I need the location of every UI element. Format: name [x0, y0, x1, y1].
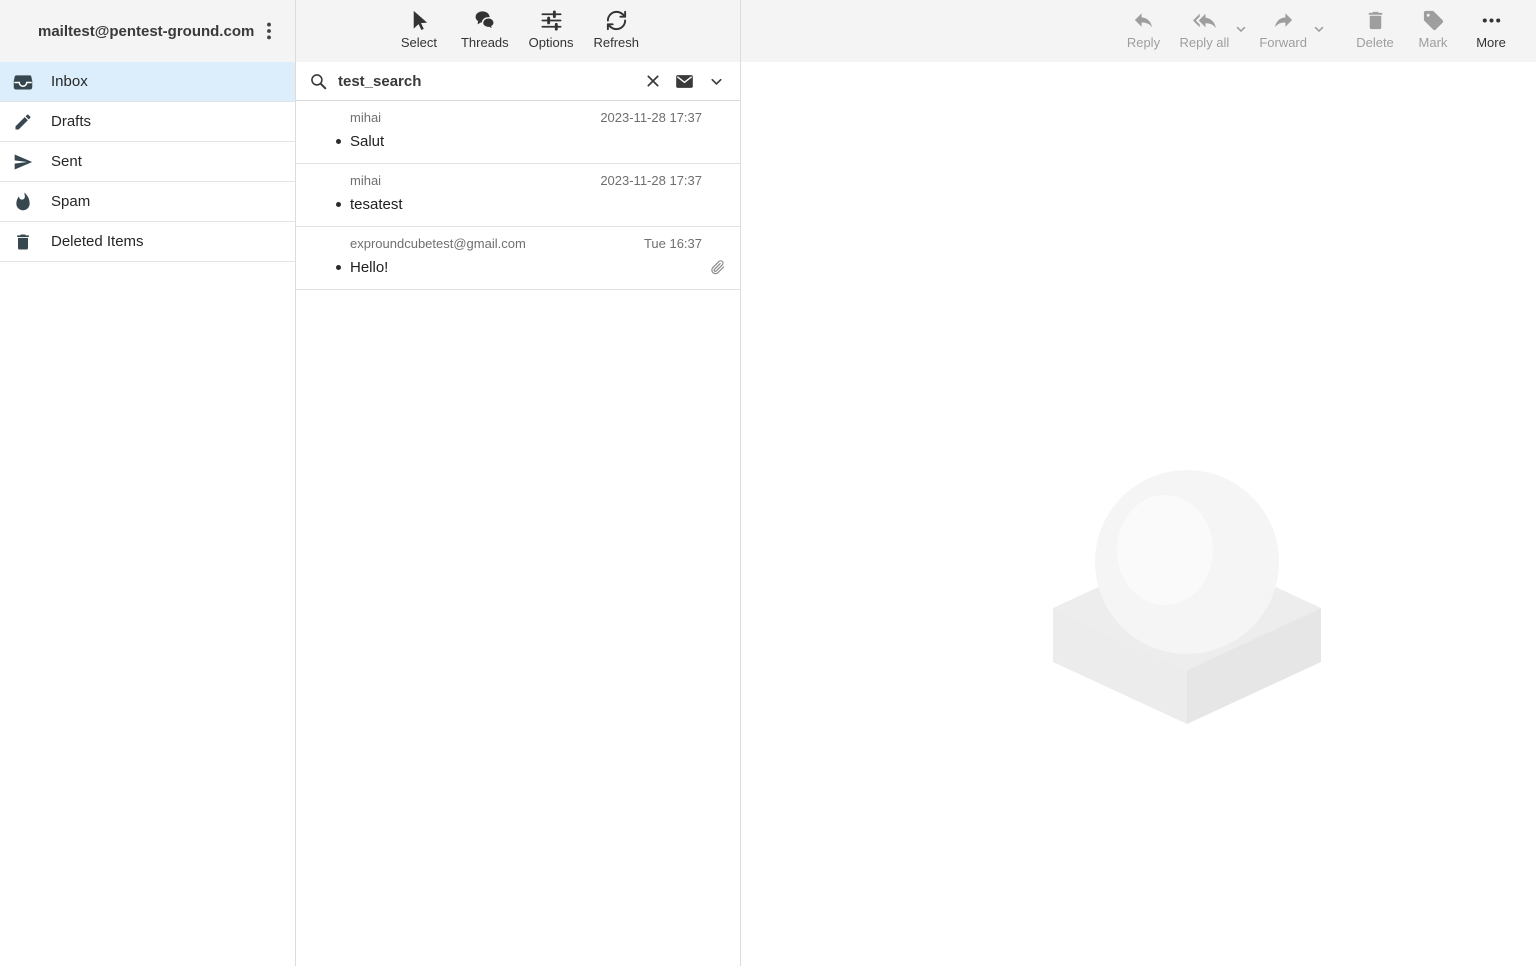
sidebar-item-spam[interactable]: Spam	[0, 182, 295, 222]
message-list: mihai 2023-11-28 17:37 Salut mihai 2023-…	[296, 101, 740, 966]
reply-button[interactable]: Reply	[1116, 5, 1170, 54]
envelope-icon	[675, 72, 694, 91]
account-bar: mailtest@pentest-ground.com	[0, 0, 295, 62]
reply-all-button[interactable]: Reply all	[1174, 5, 1234, 54]
delete-label: Delete	[1356, 35, 1394, 50]
message-row[interactable]: exproundcubetest@gmail.com Tue 16:37 Hel…	[296, 227, 740, 290]
folder-list: Inbox Drafts Sent Spam	[0, 62, 295, 262]
more-button[interactable]: More	[1464, 5, 1518, 54]
list-toolbar: Select Threads Options Refresh	[296, 0, 740, 62]
sidebar: mailtest@pentest-ground.com Inbox Drafts	[0, 0, 296, 966]
message-sender: mihai	[350, 173, 381, 188]
folder-label: Sent	[51, 153, 82, 170]
sidebar-item-drafts[interactable]: Drafts	[0, 102, 295, 142]
mark-button[interactable]: Mark	[1406, 5, 1460, 54]
search-options-button[interactable]	[706, 71, 727, 92]
folder-label: Drafts	[51, 113, 91, 130]
threads-label: Threads	[461, 35, 509, 50]
kebab-menu-icon	[258, 20, 280, 42]
threads-button[interactable]: Threads	[456, 5, 514, 54]
mail-toolbar: Reply Reply all Forward	[741, 0, 1536, 62]
search-icon	[309, 72, 328, 91]
search-scope-button[interactable]	[673, 70, 696, 93]
pencil-icon	[13, 112, 33, 132]
paper-plane-icon	[13, 152, 33, 172]
message-row[interactable]: mihai 2023-11-28 17:37 Salut	[296, 101, 740, 164]
message-subject: Salut	[350, 133, 384, 150]
attachment-paperclip-icon	[709, 259, 726, 276]
chevron-down-icon	[1234, 22, 1248, 36]
tag-icon	[1422, 9, 1445, 32]
more-dots-icon	[1480, 9, 1503, 32]
cursor-select-icon	[407, 9, 430, 32]
message-subject: Hello!	[350, 259, 388, 276]
forward-dropdown-button[interactable]	[1312, 22, 1326, 36]
message-list-column: Select Threads Options Refresh	[296, 0, 741, 966]
trash-icon	[13, 232, 33, 252]
message-sender: exproundcubetest@gmail.com	[350, 236, 526, 251]
search-input[interactable]	[338, 73, 633, 90]
close-icon	[645, 73, 661, 89]
reply-all-icon	[1193, 9, 1216, 32]
message-sender: mihai	[350, 110, 381, 125]
account-menu-button[interactable]	[255, 17, 283, 45]
unread-dot	[336, 139, 341, 144]
reply-icon	[1132, 9, 1155, 32]
select-button[interactable]: Select	[392, 5, 446, 54]
reply-label: Reply	[1127, 35, 1160, 50]
message-date: 2023-11-28 17:37	[600, 110, 702, 125]
forward-icon	[1272, 9, 1295, 32]
delete-button[interactable]: Delete	[1348, 5, 1402, 54]
message-date: 2023-11-28 17:37	[600, 173, 702, 188]
sidebar-item-sent[interactable]: Sent	[0, 142, 295, 182]
options-button[interactable]: Options	[524, 5, 579, 54]
folder-label: Spam	[51, 193, 90, 210]
unread-dot	[336, 202, 341, 207]
sliders-icon	[540, 9, 563, 32]
webmail-app: mailtest@pentest-ground.com Inbox Drafts	[0, 0, 1536, 966]
roundcube-logo-watermark	[1053, 458, 1321, 724]
message-row[interactable]: mihai 2023-11-28 17:37 tesatest	[296, 164, 740, 227]
refresh-icon	[605, 9, 628, 32]
search-bar	[296, 62, 740, 101]
message-subject: tesatest	[350, 196, 403, 213]
clear-search-button[interactable]	[643, 71, 663, 91]
account-email: mailtest@pentest-ground.com	[38, 23, 254, 40]
threads-icon	[473, 9, 496, 32]
trash-icon	[1364, 9, 1387, 32]
forward-label: Forward	[1259, 35, 1307, 50]
forward-button[interactable]: Forward	[1254, 5, 1312, 54]
refresh-label: Refresh	[593, 35, 639, 50]
sidebar-item-inbox[interactable]: Inbox	[0, 62, 295, 102]
sidebar-item-deleted-items[interactable]: Deleted Items	[0, 222, 295, 262]
mark-label: Mark	[1419, 35, 1448, 50]
flame-icon	[13, 192, 33, 212]
unread-dot	[336, 265, 341, 270]
reply-all-label: Reply all	[1179, 35, 1229, 50]
refresh-button[interactable]: Refresh	[588, 5, 644, 54]
chevron-down-icon	[708, 73, 725, 90]
message-date: Tue 16:37	[644, 236, 702, 251]
folder-label: Inbox	[51, 73, 88, 90]
folder-label: Deleted Items	[51, 233, 144, 250]
message-content-pane: Reply Reply all Forward	[741, 0, 1536, 966]
reply-all-dropdown-button[interactable]	[1234, 22, 1248, 36]
inbox-icon	[13, 72, 33, 92]
more-label: More	[1476, 35, 1506, 50]
chevron-down-icon	[1312, 22, 1326, 36]
options-label: Options	[529, 35, 574, 50]
select-label: Select	[401, 35, 437, 50]
